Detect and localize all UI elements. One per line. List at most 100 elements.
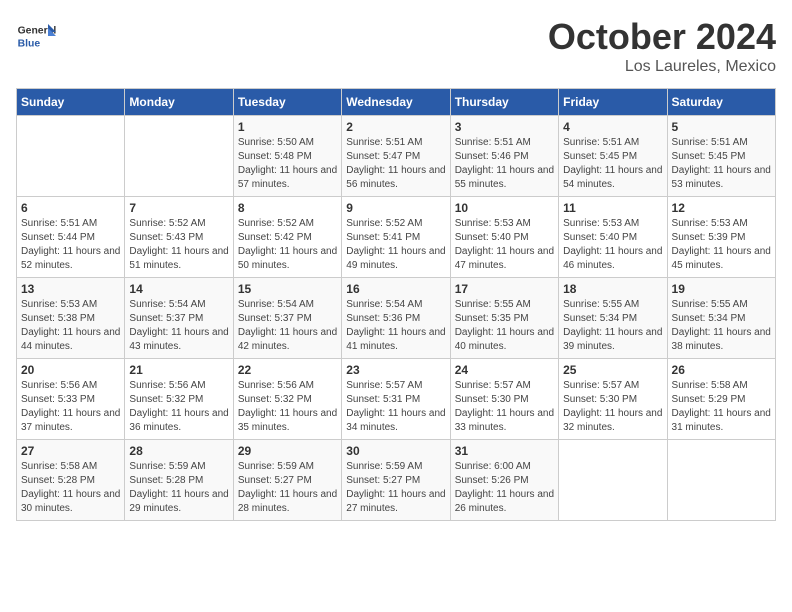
- calendar-cell: 31 Sunrise: 6:00 AMSunset: 5:26 PMDayligh…: [450, 440, 558, 521]
- calendar-week-row: 1 Sunrise: 5:50 AMSunset: 5:48 PMDaylight…: [17, 116, 776, 197]
- location-subtitle: Los Laureles, Mexico: [548, 58, 776, 76]
- day-info: Sunrise: 5:51 AMSunset: 5:46 PMDaylight:…: [455, 136, 554, 192]
- svg-text:Blue: Blue: [18, 38, 41, 49]
- calendar-cell: 27 Sunrise: 5:58 AMSunset: 5:28 PMDayligh…: [17, 440, 125, 521]
- calendar-cell: [559, 440, 667, 521]
- day-info: Sunrise: 5:57 AMSunset: 5:30 PMDaylight:…: [455, 379, 554, 435]
- calendar-cell: 30 Sunrise: 5:59 AMSunset: 5:27 PMDayligh…: [342, 440, 450, 521]
- day-number: 3: [455, 120, 554, 134]
- calendar-cell: 14 Sunrise: 5:54 AMSunset: 5:37 PMDayligh…: [125, 278, 233, 359]
- day-number: 11: [563, 201, 662, 215]
- day-info: Sunrise: 5:56 AMSunset: 5:32 PMDaylight:…: [129, 379, 228, 435]
- day-number: 7: [129, 201, 228, 215]
- day-number: 21: [129, 363, 228, 377]
- calendar-week-row: 27 Sunrise: 5:58 AMSunset: 5:28 PMDayligh…: [17, 440, 776, 521]
- day-header-monday: Monday: [125, 89, 233, 116]
- calendar-cell: 4 Sunrise: 5:51 AMSunset: 5:45 PMDaylight…: [559, 116, 667, 197]
- day-number: 30: [346, 444, 445, 458]
- day-number: 15: [238, 282, 337, 296]
- calendar-cell: [667, 440, 775, 521]
- day-info: Sunrise: 5:55 AMSunset: 5:34 PMDaylight:…: [672, 298, 771, 354]
- day-number: 18: [563, 282, 662, 296]
- calendar-cell: 3 Sunrise: 5:51 AMSunset: 5:46 PMDaylight…: [450, 116, 558, 197]
- day-number: 5: [672, 120, 771, 134]
- calendar-week-row: 13 Sunrise: 5:53 AMSunset: 5:38 PMDayligh…: [17, 278, 776, 359]
- calendar-cell: 6 Sunrise: 5:51 AMSunset: 5:44 PMDaylight…: [17, 197, 125, 278]
- day-number: 23: [346, 363, 445, 377]
- day-number: 4: [563, 120, 662, 134]
- day-number: 8: [238, 201, 337, 215]
- day-info: Sunrise: 5:52 AMSunset: 5:43 PMDaylight:…: [129, 217, 228, 273]
- day-number: 19: [672, 282, 771, 296]
- day-info: Sunrise: 5:55 AMSunset: 5:35 PMDaylight:…: [455, 298, 554, 354]
- day-info: Sunrise: 5:56 AMSunset: 5:33 PMDaylight:…: [21, 379, 120, 435]
- calendar-cell: 20 Sunrise: 5:56 AMSunset: 5:33 PMDayligh…: [17, 359, 125, 440]
- day-header-saturday: Saturday: [667, 89, 775, 116]
- calendar-cell: 24Sunrise: 5:57 AMSunset: 5:30 PMDayligh…: [450, 359, 558, 440]
- calendar-cell: 26 Sunrise: 5:58 AMSunset: 5:29 PMDayligh…: [667, 359, 775, 440]
- calendar-cell: 17 Sunrise: 5:55 AMSunset: 5:35 PMDayligh…: [450, 278, 558, 359]
- day-info: Sunrise: 5:51 AMSunset: 5:45 PMDaylight:…: [672, 136, 771, 192]
- day-info: Sunrise: 5:52 AMSunset: 5:42 PMDaylight:…: [238, 217, 337, 273]
- day-info: Sunrise: 5:58 AMSunset: 5:28 PMDaylight:…: [21, 460, 120, 516]
- day-number: 13: [21, 282, 120, 296]
- day-number: 22: [238, 363, 337, 377]
- day-info: Sunrise: 5:57 AMSunset: 5:30 PMDaylight:…: [563, 379, 662, 435]
- calendar-week-row: 20 Sunrise: 5:56 AMSunset: 5:33 PMDayligh…: [17, 359, 776, 440]
- day-number: 17: [455, 282, 554, 296]
- day-number: 26: [672, 363, 771, 377]
- day-info: Sunrise: 5:54 AMSunset: 5:37 PMDaylight:…: [129, 298, 228, 354]
- day-info: Sunrise: 5:54 AMSunset: 5:36 PMDaylight:…: [346, 298, 445, 354]
- calendar-cell: 15 Sunrise: 5:54 AMSunset: 5:37 PMDayligh…: [233, 278, 341, 359]
- calendar-cell: 7 Sunrise: 5:52 AMSunset: 5:43 PMDaylight…: [125, 197, 233, 278]
- calendar-cell: 11 Sunrise: 5:53 AMSunset: 5:40 PMDayligh…: [559, 197, 667, 278]
- day-info: Sunrise: 5:51 AMSunset: 5:47 PMDaylight:…: [346, 136, 445, 192]
- calendar-cell: 18 Sunrise: 5:55 AMSunset: 5:34 PMDayligh…: [559, 278, 667, 359]
- day-info: Sunrise: 5:55 AMSunset: 5:34 PMDaylight:…: [563, 298, 662, 354]
- day-number: 14: [129, 282, 228, 296]
- day-number: 27: [21, 444, 120, 458]
- day-info: Sunrise: 6:00 AMSunset: 5:26 PMDaylight:…: [455, 460, 554, 516]
- day-info: Sunrise: 5:54 AMSunset: 5:37 PMDaylight:…: [238, 298, 337, 354]
- calendar-cell: 28Sunrise: 5:59 AMSunset: 5:28 PMDayligh…: [125, 440, 233, 521]
- day-info: Sunrise: 5:53 AMSunset: 5:39 PMDaylight:…: [672, 217, 771, 273]
- day-info: Sunrise: 5:51 AMSunset: 5:44 PMDaylight:…: [21, 217, 120, 273]
- calendar-cell: 8 Sunrise: 5:52 AMSunset: 5:42 PMDaylight…: [233, 197, 341, 278]
- month-title: October 2024: [548, 16, 776, 58]
- calendar-cell: 1 Sunrise: 5:50 AMSunset: 5:48 PMDaylight…: [233, 116, 341, 197]
- day-info: Sunrise: 5:53 AMSunset: 5:40 PMDaylight:…: [455, 217, 554, 273]
- day-number: 28: [129, 444, 228, 458]
- day-info: Sunrise: 5:51 AMSunset: 5:45 PMDaylight:…: [563, 136, 662, 192]
- calendar-week-row: 6 Sunrise: 5:51 AMSunset: 5:44 PMDaylight…: [17, 197, 776, 278]
- day-info: Sunrise: 5:59 AMSunset: 5:27 PMDaylight:…: [346, 460, 445, 516]
- page-header: General Blue October 2024 Los Laureles, …: [16, 16, 776, 76]
- day-info: Sunrise: 5:56 AMSunset: 5:32 PMDaylight:…: [238, 379, 337, 435]
- day-number: 2: [346, 120, 445, 134]
- day-number: 9: [346, 201, 445, 215]
- title-block: October 2024 Los Laureles, Mexico: [548, 16, 776, 76]
- calendar-cell: [125, 116, 233, 197]
- calendar-cell: 22 Sunrise: 5:56 AMSunset: 5:32 PMDayligh…: [233, 359, 341, 440]
- day-header-sunday: Sunday: [17, 89, 125, 116]
- calendar-cell: 13 Sunrise: 5:53 AMSunset: 5:38 PMDayligh…: [17, 278, 125, 359]
- calendar-cell: 16Sunrise: 5:54 AMSunset: 5:36 PMDayligh…: [342, 278, 450, 359]
- day-number: 1: [238, 120, 337, 134]
- day-number: 31: [455, 444, 554, 458]
- day-header-wednesday: Wednesday: [342, 89, 450, 116]
- calendar-cell: 25 Sunrise: 5:57 AMSunset: 5:30 PMDayligh…: [559, 359, 667, 440]
- calendar-table: SundayMondayTuesdayWednesdayThursdayFrid…: [16, 88, 776, 521]
- calendar-cell: 9Sunrise: 5:52 AMSunset: 5:41 PMDaylight…: [342, 197, 450, 278]
- day-info: Sunrise: 5:50 AMSunset: 5:48 PMDaylight:…: [238, 136, 337, 192]
- calendar-cell: 2 Sunrise: 5:51 AMSunset: 5:47 PMDaylight…: [342, 116, 450, 197]
- day-info: Sunrise: 5:57 AMSunset: 5:31 PMDaylight:…: [346, 379, 445, 435]
- day-info: Sunrise: 5:58 AMSunset: 5:29 PMDaylight:…: [672, 379, 771, 435]
- day-number: 25: [563, 363, 662, 377]
- calendar-cell: 29 Sunrise: 5:59 AMSunset: 5:27 PMDayligh…: [233, 440, 341, 521]
- day-info: Sunrise: 5:53 AMSunset: 5:38 PMDaylight:…: [21, 298, 120, 354]
- day-info: Sunrise: 5:59 AMSunset: 5:27 PMDaylight:…: [238, 460, 337, 516]
- day-number: 6: [21, 201, 120, 215]
- calendar-cell: 19 Sunrise: 5:55 AMSunset: 5:34 PMDayligh…: [667, 278, 775, 359]
- day-number: 20: [21, 363, 120, 377]
- day-info: Sunrise: 5:53 AMSunset: 5:40 PMDaylight:…: [563, 217, 662, 273]
- day-number: 29: [238, 444, 337, 458]
